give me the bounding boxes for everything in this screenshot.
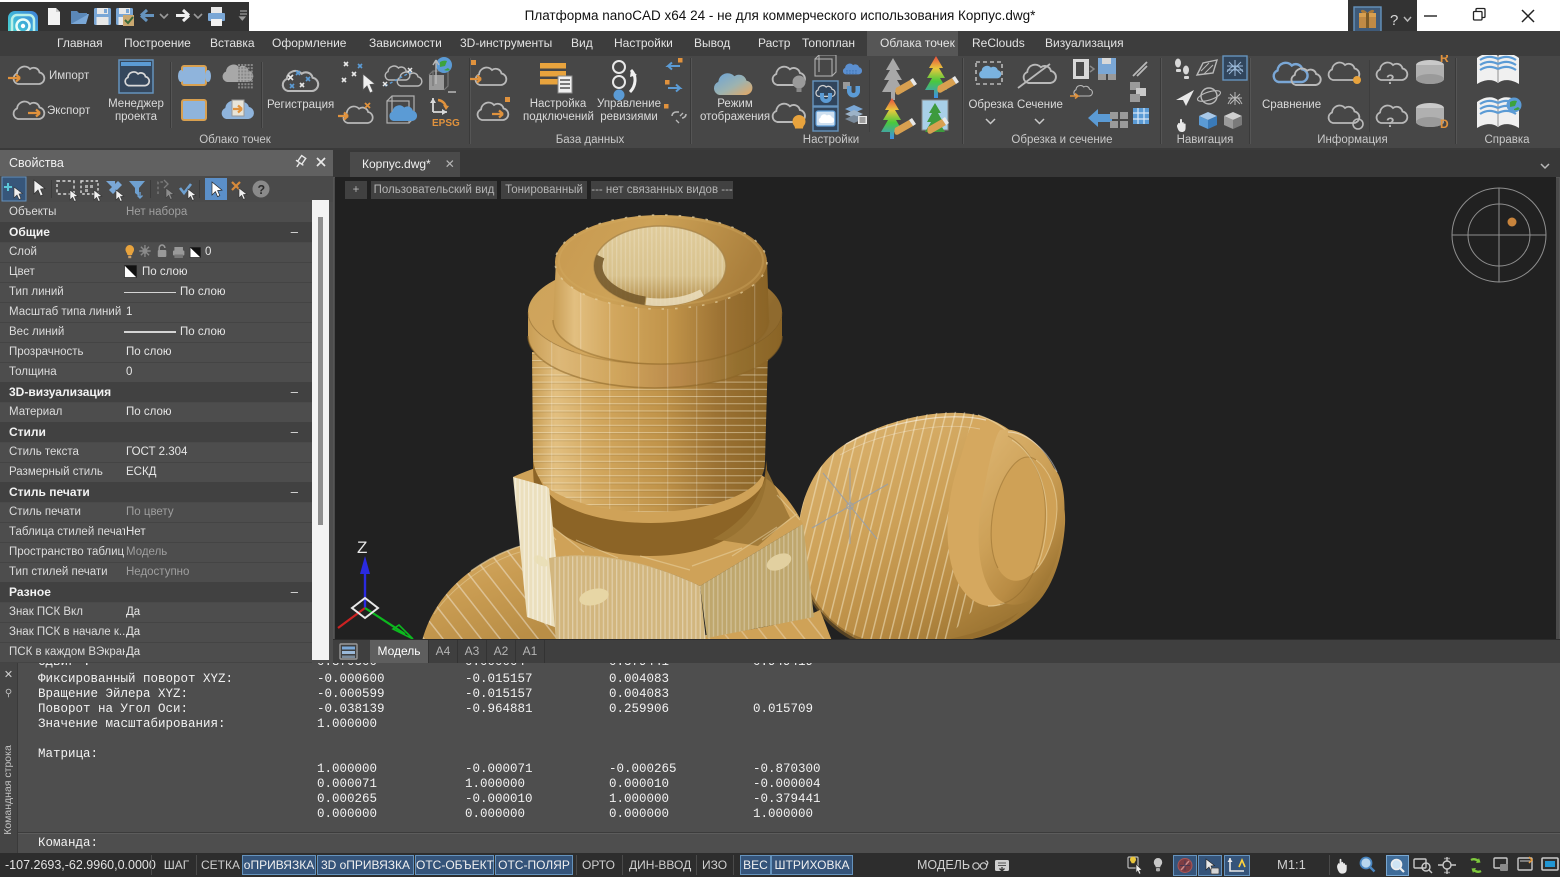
svg-text:Z: Z [357,538,367,557]
svg-text:EPSG: EPSG [432,118,460,129]
svg-text:?: ? [1386,71,1395,87]
svg-text:D: D [1440,117,1449,131]
svg-text:?: ? [1386,114,1395,130]
svg-text:R: R [1440,55,1449,65]
svg-text:?: ? [1390,12,1398,29]
svg-text:?: ? [258,183,266,197]
